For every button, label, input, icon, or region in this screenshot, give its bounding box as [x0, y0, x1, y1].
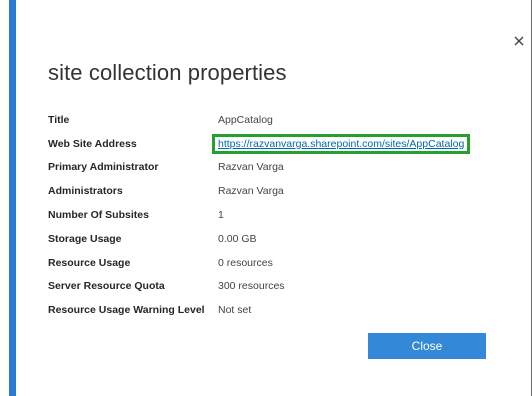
property-row-storage-usage: Storage Usage 0.00 GB	[48, 227, 518, 251]
property-label: Server Resource Quota	[48, 280, 165, 293]
property-value: 0.00 GB	[218, 232, 257, 245]
site-collection-properties-dialog: site collection properties Title AppCata…	[16, 0, 531, 396]
property-label: Title	[48, 113, 70, 126]
property-value: Not set	[218, 304, 252, 317]
property-value: Razvan Varga	[218, 185, 284, 198]
web-site-address-link[interactable]: https://razvanvarga.sharepoint.com/sites…	[212, 133, 471, 154]
property-row-number-of-subsites: Number Of Subsites 1	[48, 203, 518, 227]
property-label: Administrators	[48, 185, 123, 198]
close-icon[interactable]	[513, 35, 527, 49]
property-row-resource-usage-warning-level: Resource Usage Warning Level Not set	[48, 298, 518, 322]
property-row-server-resource-quota: Server Resource Quota 300 resources	[48, 275, 518, 299]
property-label: Storage Usage	[48, 232, 122, 245]
property-row-resource-usage: Resource Usage 0 resources	[48, 251, 518, 275]
property-value: 300 resources	[218, 280, 285, 293]
property-row-administrators: Administrators Razvan Varga	[48, 179, 518, 203]
property-value: AppCatalog	[218, 113, 273, 126]
property-label: Primary Administrator	[48, 161, 159, 174]
dialog-title: site collection properties	[48, 60, 287, 85]
property-label: Resource Usage Warning Level	[48, 304, 205, 317]
accent-bar	[9, 0, 16, 396]
property-label: Number Of Subsites	[48, 209, 149, 222]
property-row-primary-administrator: Primary Administrator Razvan Varga	[48, 156, 518, 180]
property-value: 1	[218, 209, 224, 222]
property-row-title: Title AppCatalog	[48, 108, 518, 132]
property-label: Resource Usage	[48, 256, 131, 269]
property-value: 0 resources	[218, 256, 273, 269]
property-row-web-site-address: Web Site Address https://razvanvarga.sha…	[48, 132, 518, 156]
property-value: Razvan Varga	[218, 161, 284, 174]
close-button[interactable]: Close	[368, 333, 486, 359]
property-label: Web Site Address	[48, 137, 137, 150]
properties-list: Title AppCatalog Web Site Address https:…	[48, 108, 518, 322]
